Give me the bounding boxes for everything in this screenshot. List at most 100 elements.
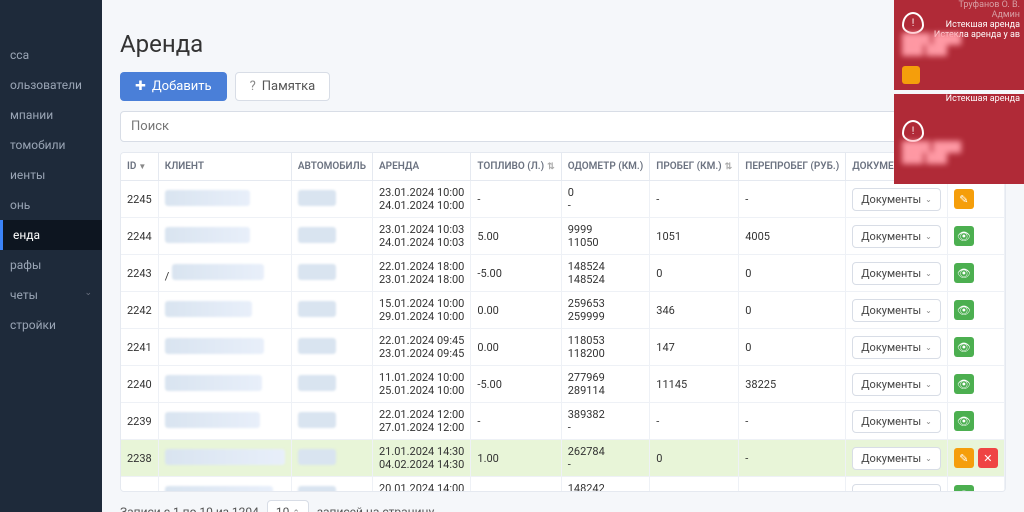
col-car[interactable]: АВТОМОБИЛЬ bbox=[291, 153, 372, 181]
cell-docs: Документы ⌄ bbox=[846, 440, 948, 477]
view-button[interactable]: 👁 bbox=[954, 485, 974, 492]
cell-client bbox=[158, 181, 291, 218]
table-row[interactable]: 224122.01.2024 09:4523.01.2024 09:450.00… bbox=[121, 329, 1005, 366]
documents-button[interactable]: Документы ⌄ bbox=[852, 336, 941, 359]
toast-action-button[interactable] bbox=[902, 66, 920, 84]
add-button-label: Добавить bbox=[152, 79, 212, 94]
memo-button[interactable]: ? Памятка bbox=[235, 72, 331, 101]
chevron-down-icon: ⌄ bbox=[925, 232, 932, 241]
cell-mileage: 11145 bbox=[650, 366, 739, 403]
cell-actions: 👁 bbox=[947, 218, 1004, 255]
chevron-down-icon: ⌄ bbox=[925, 380, 932, 389]
cell-id: 2237 bbox=[121, 477, 158, 493]
cell-mileage: - bbox=[650, 403, 739, 440]
eye-icon: 👁 bbox=[957, 378, 971, 391]
search-input[interactable] bbox=[120, 111, 1006, 142]
sort-icon: ⇅ bbox=[725, 162, 733, 172]
chevron-down-icon: ⌄ bbox=[925, 343, 932, 352]
cell-over: - bbox=[739, 440, 846, 477]
documents-button[interactable]: Документы ⌄ bbox=[852, 373, 941, 396]
cell-client bbox=[158, 329, 291, 366]
add-button[interactable]: ✚ Добавить bbox=[120, 72, 227, 101]
documents-button[interactable]: Документы ⌄ bbox=[852, 188, 941, 211]
cell-car bbox=[291, 292, 372, 329]
cell-client bbox=[158, 366, 291, 403]
sidebar-item-4[interactable]: иенты bbox=[0, 160, 102, 190]
cell-over: - bbox=[739, 477, 846, 493]
documents-button[interactable]: Документы ⌄ bbox=[852, 225, 941, 248]
view-button[interactable]: 👁 bbox=[954, 263, 974, 283]
pager-label: записей на страницу bbox=[317, 505, 434, 512]
cell-id: 2241 bbox=[121, 329, 158, 366]
sidebar-item-9[interactable]: стройки bbox=[0, 310, 102, 340]
col-fuel[interactable]: ТОПЛИВО (Л.)⇅ bbox=[471, 153, 561, 181]
cell-id: 2244 bbox=[121, 218, 158, 255]
documents-button[interactable]: Документы ⌄ bbox=[852, 299, 941, 322]
table-row[interactable]: 224523.01.2024 10:0024.01.2024 10:00-0--… bbox=[121, 181, 1005, 218]
documents-button[interactable]: Документы ⌄ bbox=[852, 484, 941, 493]
delete-button[interactable]: ✕ bbox=[978, 448, 998, 468]
toast-title: Истекшая аренда bbox=[934, 20, 1020, 30]
sidebar-item-8[interactable]: четы⌄ bbox=[0, 280, 102, 310]
sidebar-item-2[interactable]: мпании bbox=[0, 100, 102, 130]
eye-icon: 👁 bbox=[957, 267, 971, 280]
edit-button[interactable]: ✎ bbox=[954, 189, 974, 209]
documents-button[interactable]: Документы ⌄ bbox=[852, 262, 941, 285]
documents-button[interactable]: Документы ⌄ bbox=[852, 410, 941, 433]
col-mileage[interactable]: ПРОБЕГ (КМ.)⇅ bbox=[650, 153, 739, 181]
cell-mileage: 147 bbox=[650, 329, 739, 366]
sidebar-item-5[interactable]: онь bbox=[0, 190, 102, 220]
toast-expired-rent[interactable]: Труфанов О. В. Админ Истекшая аренда Ист… bbox=[894, 0, 1024, 90]
table-row[interactable]: 224215.01.2024 10:0029.01.2024 10:000.00… bbox=[121, 292, 1005, 329]
col-client[interactable]: КЛИЕНТ bbox=[158, 153, 291, 181]
documents-button[interactable]: Документы ⌄ bbox=[852, 447, 941, 470]
table-row[interactable]: 224423.01.2024 10:0324.01.2024 10:035.00… bbox=[121, 218, 1005, 255]
col-odo[interactable]: ОДОМЕТР (КМ.) bbox=[561, 153, 650, 181]
cell-over: 0 bbox=[739, 329, 846, 366]
cell-car bbox=[291, 255, 372, 292]
table-row[interactable]: 223720.01.2024 14:0021.01.2024 14:001.00… bbox=[121, 477, 1005, 493]
table-row[interactable]: 2243/ 22.01.2024 18:0023.01.2024 18:00-5… bbox=[121, 255, 1005, 292]
col-id[interactable]: ID▼ bbox=[121, 153, 158, 181]
cell-over: 4005 bbox=[739, 218, 846, 255]
cell-client bbox=[158, 292, 291, 329]
pencil-icon: ✎ bbox=[959, 452, 968, 465]
table-row[interactable]: 224011.01.2024 10:0025.01.2024 10:00-5.0… bbox=[121, 366, 1005, 403]
page-size-select[interactable]: 10 ⌃ bbox=[267, 500, 309, 512]
cell-mileage: 1051 bbox=[650, 218, 739, 255]
chevron-down-icon: ⌄ bbox=[925, 269, 932, 278]
cell-fuel: -5.00 bbox=[471, 366, 561, 403]
sidebar-item-1[interactable]: ользователи bbox=[0, 70, 102, 100]
chevron-down-icon: ⌄ bbox=[925, 454, 932, 463]
eye-icon: 👁 bbox=[957, 304, 971, 317]
cell-mileage: 346 bbox=[650, 292, 739, 329]
cell-mileage: - bbox=[650, 181, 739, 218]
toast-expired-rent[interactable]: Истекшая аренда ! ████ ███████ ███ bbox=[894, 94, 1024, 184]
cell-client bbox=[158, 440, 291, 477]
col-rent[interactable]: АРЕНДА bbox=[372, 153, 470, 181]
cell-over: - bbox=[739, 181, 846, 218]
cell-id: 2240 bbox=[121, 366, 158, 403]
table-row[interactable]: 223821.01.2024 14:3004.02.2024 14:301.00… bbox=[121, 440, 1005, 477]
memo-button-label: Памятка bbox=[262, 79, 315, 94]
sidebar-item-6[interactable]: енда bbox=[0, 220, 102, 250]
view-button[interactable]: 👁 bbox=[954, 337, 974, 357]
sort-desc-icon: ▼ bbox=[138, 162, 146, 171]
col-over[interactable]: ПЕРЕПРОБЕГ (РУБ.) bbox=[739, 153, 846, 181]
view-button[interactable]: 👁 bbox=[954, 374, 974, 394]
view-button[interactable]: 👁 bbox=[954, 300, 974, 320]
table-row[interactable]: 223922.01.2024 12:0027.01.2024 12:00-389… bbox=[121, 403, 1005, 440]
cell-client bbox=[158, 218, 291, 255]
sidebar-item-7[interactable]: рафы bbox=[0, 250, 102, 280]
view-button[interactable]: 👁 bbox=[954, 226, 974, 246]
sidebar-item-3[interactable]: томобили bbox=[0, 130, 102, 160]
cell-car bbox=[291, 181, 372, 218]
toast-blurred-content: ████ ███████ ███ bbox=[902, 34, 1016, 56]
cell-rent: 21.01.2024 14:3004.02.2024 14:30 bbox=[372, 440, 470, 477]
sidebar-item-0[interactable]: сса bbox=[0, 40, 102, 70]
edit-button[interactable]: ✎ bbox=[954, 448, 974, 468]
main-content: Аренда ✚ Добавить ? Памятка ID▼ КЛИЕНТ А… bbox=[102, 0, 1024, 512]
toast-role: Админ bbox=[992, 10, 1020, 20]
view-button[interactable]: 👁 bbox=[954, 411, 974, 431]
cell-client: / bbox=[158, 255, 291, 292]
